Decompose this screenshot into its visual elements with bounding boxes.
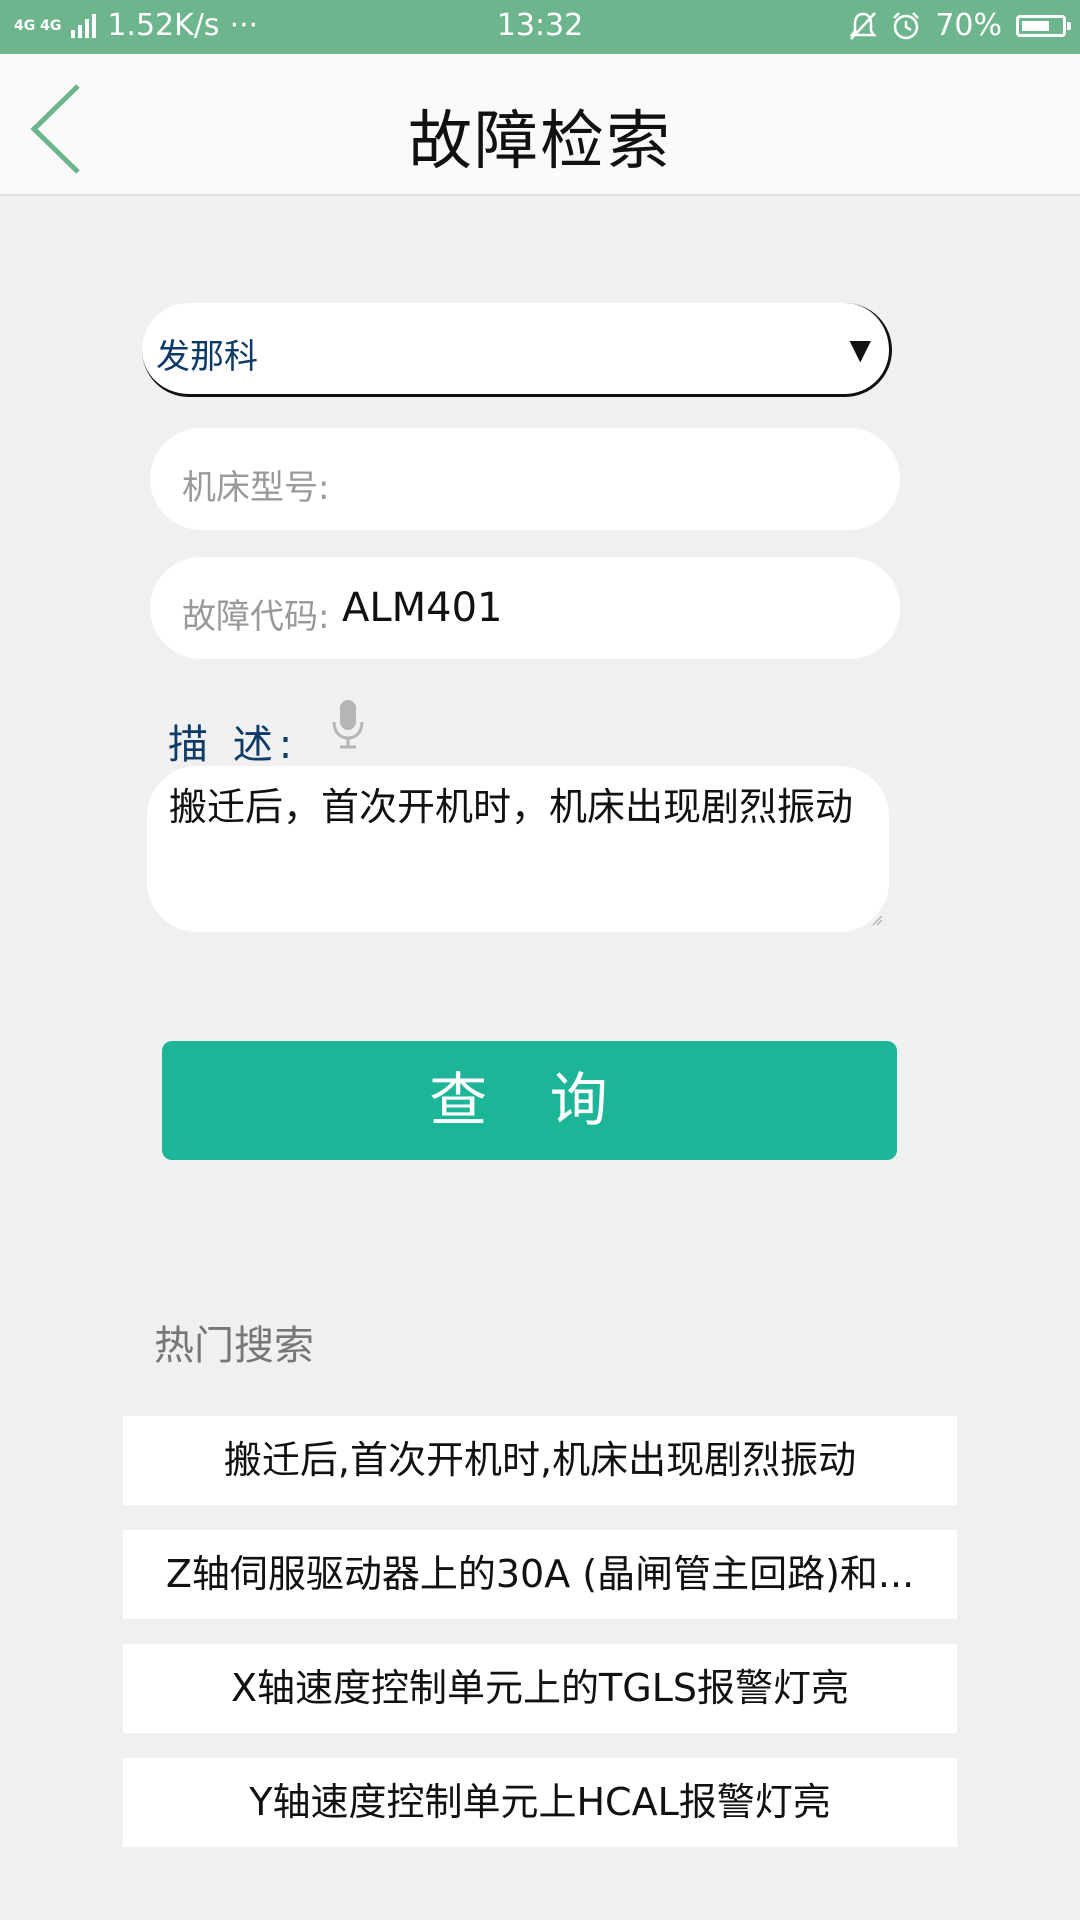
battery-icon <box>1016 14 1071 37</box>
hot-search-item[interactable]: Y轴速度控制单元上HCAL报警灯亮 <box>123 1758 957 1847</box>
battery-percent: 70% <box>935 8 1002 43</box>
resize-handle-icon[interactable] <box>871 914 883 926</box>
alarm-icon <box>893 11 920 39</box>
status-right: 70% <box>849 8 1071 43</box>
microphone-icon <box>332 700 364 749</box>
description-text: 搬迁后，首次开机时，机床出现剧烈振动 <box>169 785 854 829</box>
fault-code-label: 故障代码: <box>182 597 330 637</box>
hot-search-item[interactable]: X轴速度控制单元上的TGLS报警灯亮 <box>123 1644 957 1733</box>
page-title: 故障检索 <box>408 105 672 179</box>
hot-search-item[interactable]: 搬迁后,首次开机时,机床出现剧烈振动 <box>123 1416 957 1505</box>
dropdown-arrow-icon: ▼ <box>849 333 871 366</box>
machine-model-label: 机床型号: <box>182 468 330 508</box>
hot-search-title: 热门搜索 <box>154 1323 314 1369</box>
voice-input-button[interactable] <box>330 698 366 750</box>
mute-icon <box>849 11 877 40</box>
description-label: 描 述: <box>168 722 299 768</box>
machine-model-field[interactable]: 机床型号: <box>150 428 900 530</box>
hot-search-item[interactable]: Z轴伺服驱动器上的30A (晶闸管主回路)和... <box>123 1530 957 1619</box>
brand-select-value: 发那科 <box>156 337 258 377</box>
top-bar: 故障检索 <box>0 54 1080 196</box>
brand-select[interactable]: 发那科 ▼ <box>142 303 892 397</box>
query-button[interactable]: 查 询 <box>162 1041 897 1160</box>
status-bar: 4G 4G 1.52K/s ··· 13:32 70% <box>0 0 1080 54</box>
fault-code-value: ALM401 <box>342 585 503 631</box>
fault-code-field[interactable]: 故障代码: ALM401 <box>150 557 900 659</box>
description-textarea[interactable]: 搬迁后，首次开机时，机床出现剧烈振动 <box>147 766 889 932</box>
